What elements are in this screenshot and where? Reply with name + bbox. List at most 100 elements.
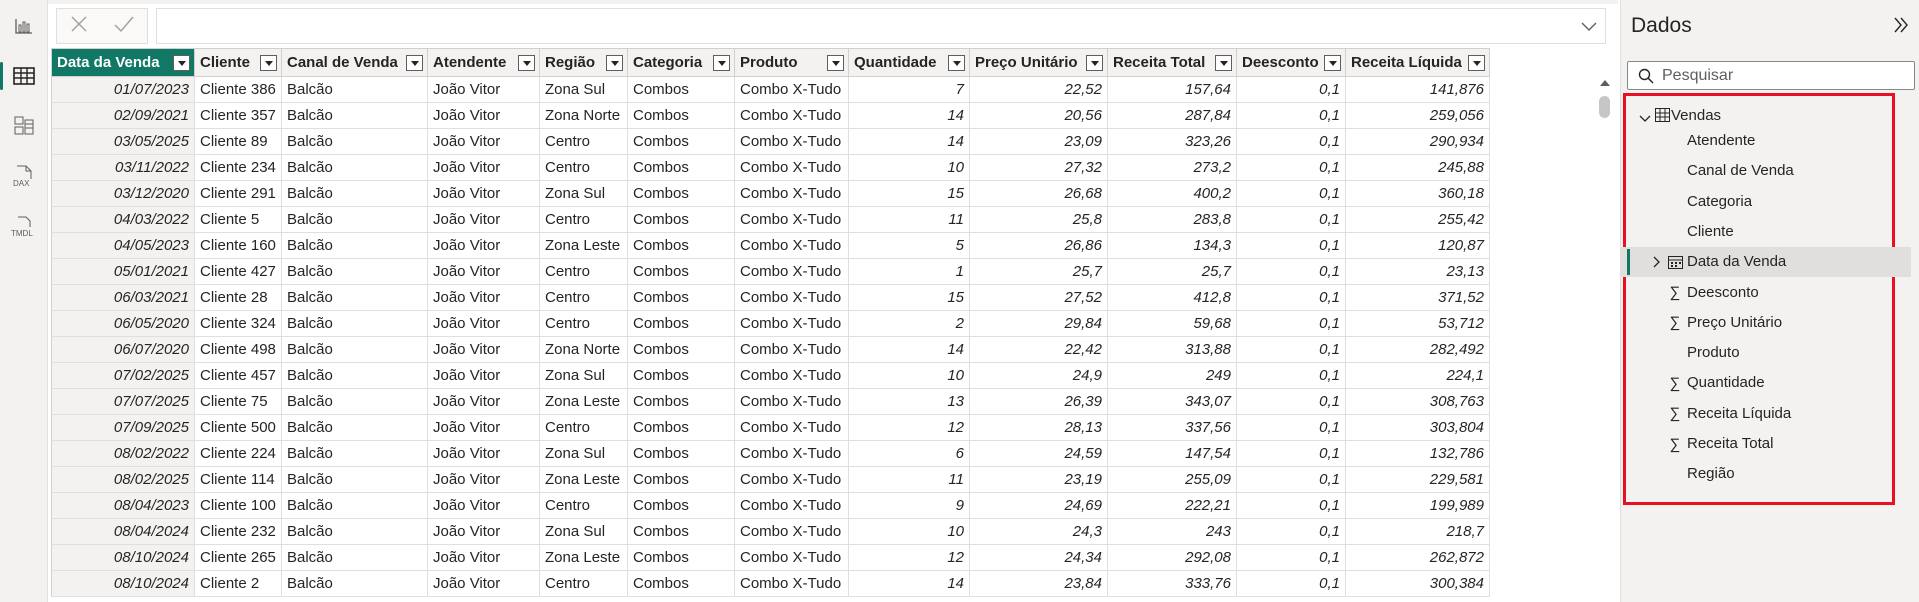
column-header[interactable]: Região	[539, 48, 628, 77]
table-cell[interactable]: Zona Sul	[539, 362, 628, 389]
table-cell[interactable]: Cliente 324	[194, 310, 282, 337]
table-cell[interactable]: 06/05/2020	[51, 310, 195, 337]
table-cell[interactable]: Balcão	[281, 518, 428, 545]
table-cell[interactable]: Combos	[627, 518, 735, 545]
table-cell[interactable]: 243	[1107, 518, 1237, 545]
table-cell[interactable]: Cliente 265	[194, 544, 282, 571]
table-cell[interactable]: 59,68	[1107, 310, 1237, 337]
table-cell[interactable]: Balcão	[281, 466, 428, 493]
table-cell[interactable]: 26,86	[969, 232, 1108, 259]
field-item[interactable]: ∑ Quantidade	[1621, 368, 1911, 398]
table-cell[interactable]: 273,2	[1107, 154, 1237, 181]
table-cell[interactable]: 29,84	[969, 310, 1108, 337]
table-cell[interactable]: Combo X-Tudo	[734, 128, 849, 155]
table-cell[interactable]: 15	[848, 180, 970, 207]
table-cell[interactable]: 03/12/2020	[51, 180, 195, 207]
table-cell[interactable]: 04/05/2023	[51, 232, 195, 259]
filter-dropdown-icon[interactable]	[1468, 55, 1485, 71]
table-cell[interactable]: 229,581	[1345, 466, 1490, 493]
table-cell[interactable]: 23,09	[969, 128, 1108, 155]
table-cell[interactable]: Combo X-Tudo	[734, 388, 849, 415]
table-cell[interactable]: Centro	[539, 258, 628, 285]
table-cell[interactable]: Centro	[539, 492, 628, 519]
table-cell[interactable]: 0,1	[1236, 362, 1346, 389]
model-view-icon[interactable]	[4, 106, 44, 146]
table-cell[interactable]: 222,21	[1107, 492, 1237, 519]
table-cell[interactable]: 0,1	[1236, 128, 1346, 155]
table-cell[interactable]: Balcão	[281, 206, 428, 233]
table-cell[interactable]: Balcão	[281, 258, 428, 285]
table-cell[interactable]: 01/07/2023	[51, 76, 195, 103]
table-cell[interactable]: Balcão	[281, 154, 428, 181]
column-header[interactable]: Quantidade	[848, 48, 970, 77]
report-view-icon[interactable]	[4, 6, 44, 46]
table-cell[interactable]: 08/10/2024	[51, 544, 195, 571]
table-cell[interactable]: Combo X-Tudo	[734, 180, 849, 207]
table-cell[interactable]: 07/07/2025	[51, 388, 195, 415]
table-cell[interactable]: 27,32	[969, 154, 1108, 181]
table-cell[interactable]: 0,1	[1236, 336, 1346, 363]
table-cell[interactable]: 6	[848, 440, 970, 467]
table-cell[interactable]: Combos	[627, 362, 735, 389]
table-cell[interactable]: Zona Leste	[539, 544, 628, 571]
field-item[interactable]: Canal de Venda	[1621, 156, 1911, 186]
table-cell[interactable]: Cliente 457	[194, 362, 282, 389]
table-cell[interactable]: Centro	[539, 154, 628, 181]
table-cell[interactable]: 24,3	[969, 518, 1108, 545]
table-cell[interactable]: Zona Sul	[539, 76, 628, 103]
field-item[interactable]: Produto	[1621, 338, 1911, 368]
table-cell[interactable]: Combos	[627, 154, 735, 181]
table-cell[interactable]: 04/03/2022	[51, 206, 195, 233]
table-cell[interactable]: 25,7	[1107, 258, 1237, 285]
field-item[interactable]: Categoria	[1621, 187, 1911, 217]
table-cell[interactable]: Combos	[627, 492, 735, 519]
table-cell[interactable]: Combos	[627, 440, 735, 467]
table-cell[interactable]: 292,08	[1107, 544, 1237, 571]
table-cell[interactable]: Combos	[627, 232, 735, 259]
table-cell[interactable]: 283,8	[1107, 206, 1237, 233]
collapse-pane-icon[interactable]	[1893, 16, 1909, 39]
table-cell[interactable]: João Vitor	[427, 310, 540, 337]
column-header[interactable]: Atendente	[427, 48, 540, 77]
table-cell[interactable]: 303,804	[1345, 414, 1490, 441]
table-cell[interactable]: João Vitor	[427, 362, 540, 389]
table-cell[interactable]: 343,07	[1107, 388, 1237, 415]
field-item[interactable]: Atendente	[1621, 126, 1911, 156]
column-header[interactable]: Preço Unitário	[969, 48, 1108, 77]
table-cell[interactable]: 287,84	[1107, 102, 1237, 129]
table-cell[interactable]: Cliente 100	[194, 492, 282, 519]
table-cell[interactable]: Centro	[539, 128, 628, 155]
table-cell[interactable]: 5	[848, 232, 970, 259]
table-cell[interactable]: Combo X-Tudo	[734, 466, 849, 493]
table-cell[interactable]: 0,1	[1236, 518, 1346, 545]
table-cell[interactable]: 24,69	[969, 492, 1108, 519]
table-cell[interactable]: Zona Sul	[539, 518, 628, 545]
table-cell[interactable]: Balcão	[281, 336, 428, 363]
table-cell[interactable]: 26,39	[969, 388, 1108, 415]
filter-dropdown-icon[interactable]	[948, 55, 965, 71]
table-cell[interactable]: João Vitor	[427, 336, 540, 363]
table-cell[interactable]: 218,7	[1345, 518, 1490, 545]
table-cell[interactable]: Combos	[627, 258, 735, 285]
table-cell[interactable]: Combo X-Tudo	[734, 102, 849, 129]
table-cell[interactable]: Cliente 28	[194, 284, 282, 311]
table-cell[interactable]: João Vitor	[427, 492, 540, 519]
filter-dropdown-icon[interactable]	[1086, 55, 1103, 71]
table-cell[interactable]: 11	[848, 466, 970, 493]
table-cell[interactable]: 28,13	[969, 414, 1108, 441]
table-cell[interactable]: Balcão	[281, 362, 428, 389]
table-cell[interactable]: Balcão	[281, 128, 428, 155]
table-cell[interactable]: 12	[848, 414, 970, 441]
table-cell[interactable]: 05/01/2021	[51, 258, 195, 285]
table-cell[interactable]: 371,52	[1345, 284, 1490, 311]
chevron-down-icon[interactable]	[1581, 19, 1597, 37]
table-cell[interactable]: Combo X-Tudo	[734, 310, 849, 337]
table-cell[interactable]: Balcão	[281, 440, 428, 467]
table-cell[interactable]: Combo X-Tudo	[734, 76, 849, 103]
table-cell[interactable]: 22,42	[969, 336, 1108, 363]
column-header[interactable]: Data da Venda	[51, 48, 195, 77]
table-cell[interactable]: 9	[848, 492, 970, 519]
table-cell[interactable]: Balcão	[281, 388, 428, 415]
table-cell[interactable]: 10	[848, 362, 970, 389]
table-cell[interactable]: Combos	[627, 180, 735, 207]
